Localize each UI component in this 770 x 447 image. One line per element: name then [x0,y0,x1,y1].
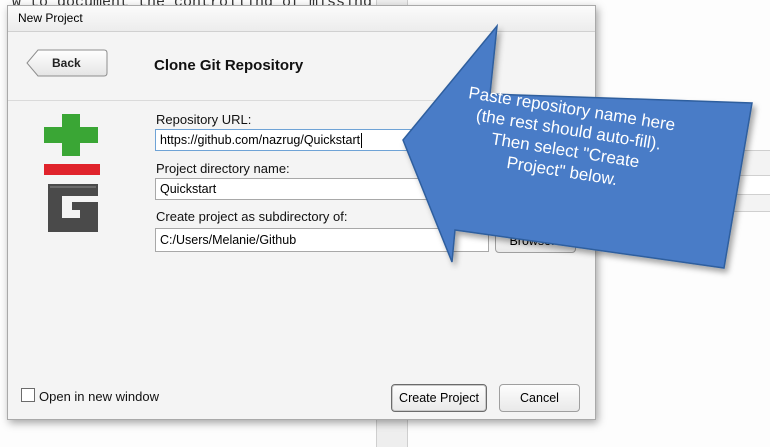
repository-url-value: https://github.com/nazrug/Quickstart [160,133,361,147]
page-title: Clone Git Repository [154,57,304,74]
git-logo-icon [44,114,100,232]
project-directory-label: Project directory name: [156,161,290,176]
dialog-title: New Project [18,11,83,25]
new-project-dialog: New Project Back Clone Git Repository Re… [7,5,596,420]
subdirectory-value: C:/Users/Melanie/Github [160,233,297,247]
open-new-window-checkbox[interactable] [21,388,35,402]
back-button[interactable]: Back [26,49,108,77]
subdirectory-input[interactable]: C:/Users/Melanie/Github [155,228,489,252]
background-right-pane [690,150,770,212]
subdirectory-label: Create project as subdirectory of: [156,209,348,224]
repository-url-label: Repository URL: [156,112,252,127]
back-button-label: Back [52,56,81,70]
create-project-button[interactable]: Create Project [391,384,487,412]
repository-url-input[interactable]: https://github.com/nazrug/Quickstart [155,129,420,151]
project-directory-input[interactable]: Quickstart [155,178,445,200]
open-new-window-label: Open in new window [39,389,159,404]
dialog-titlebar[interactable]: New Project [8,6,595,32]
text-caret [361,133,363,149]
browse-button[interactable]: Browse... [495,228,576,253]
background-right-pane-field [698,175,770,195]
cancel-button[interactable]: Cancel [499,384,580,412]
project-directory-value: Quickstart [160,182,217,196]
